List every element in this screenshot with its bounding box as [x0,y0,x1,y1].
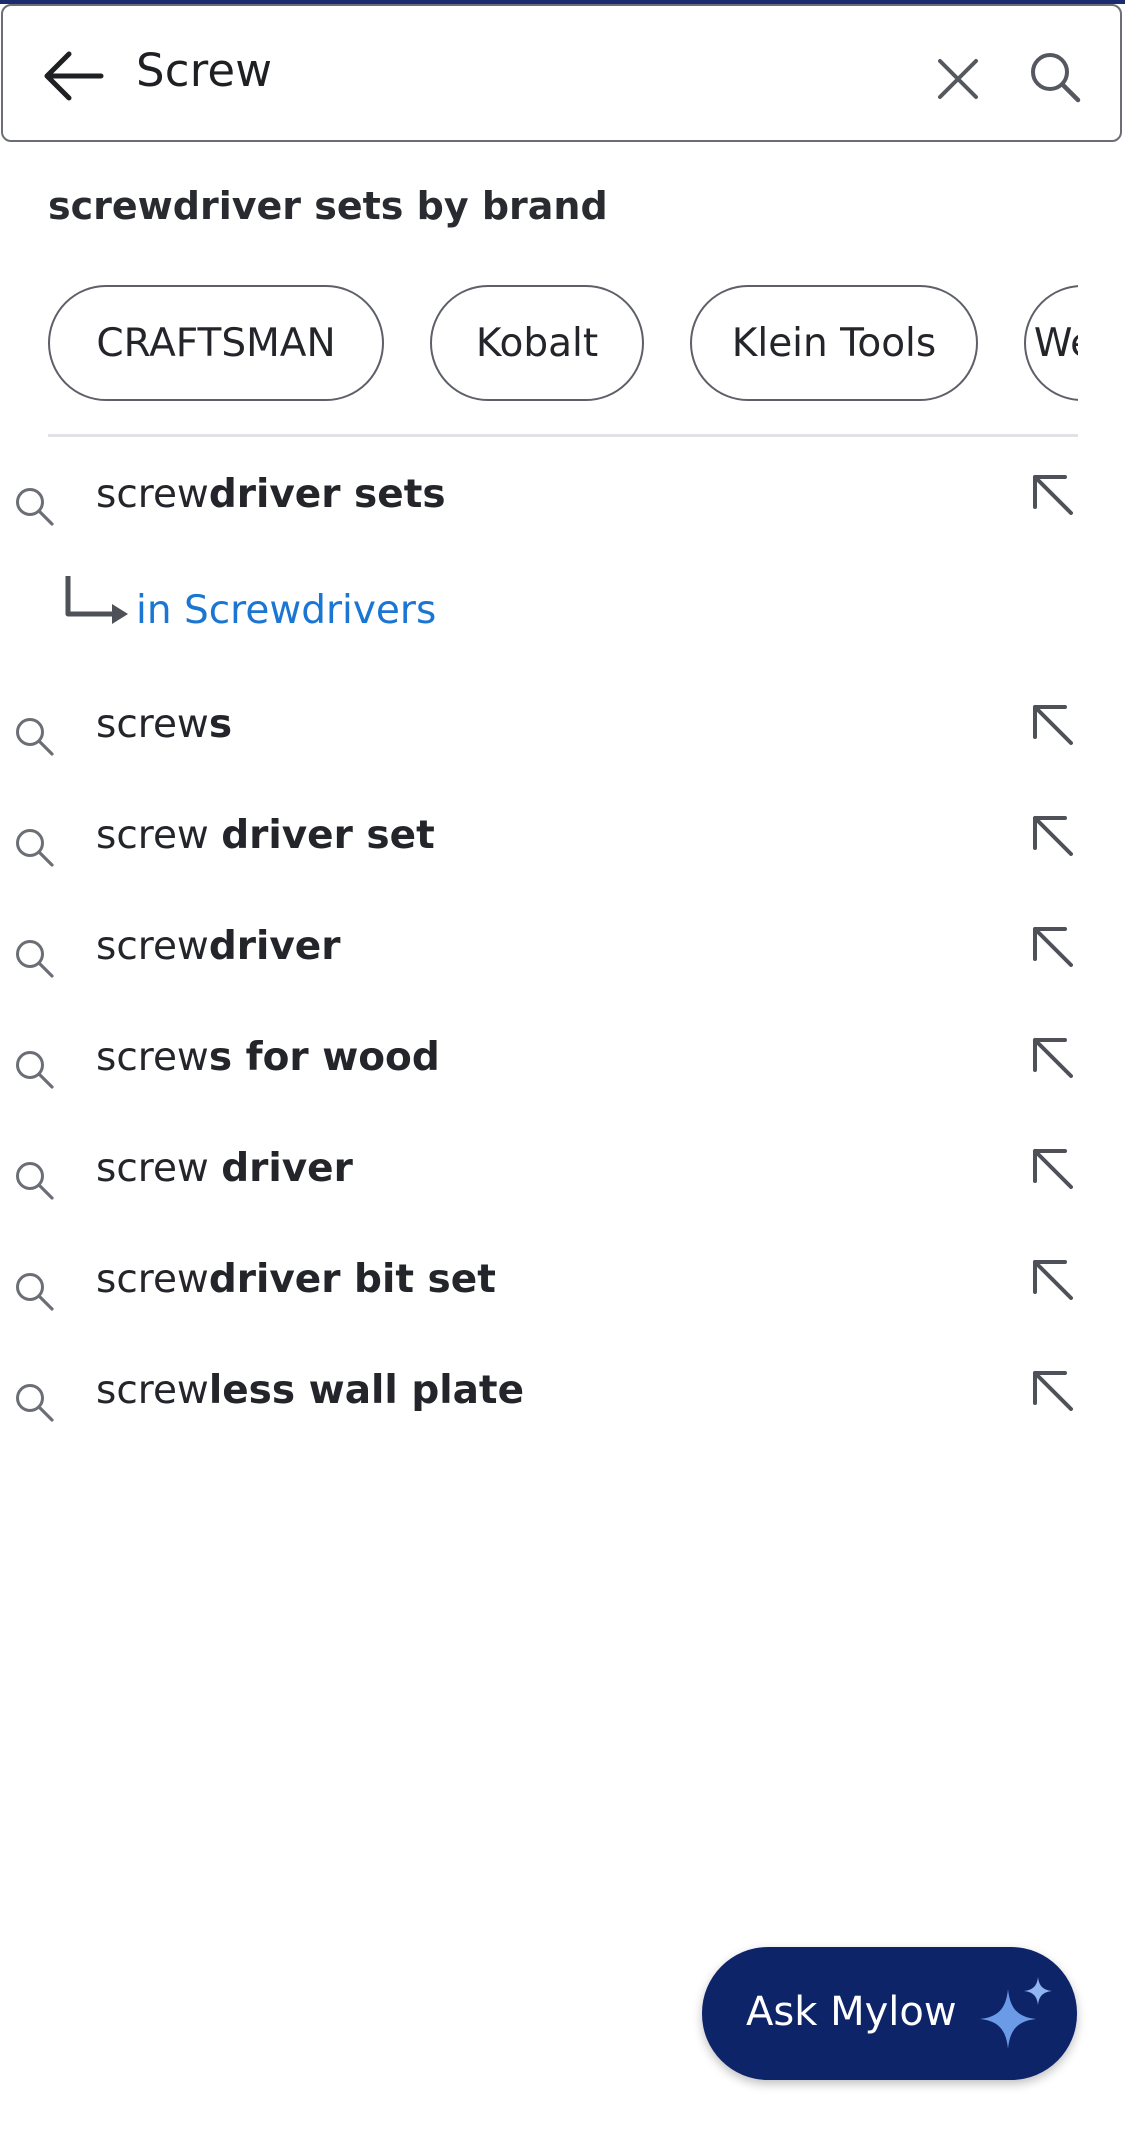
fill-query-button[interactable] [1020,1136,1084,1200]
clear-search-button[interactable] [923,44,993,114]
search-icon [16,488,54,526]
fill-query-button[interactable] [1020,1247,1084,1311]
search-icon [16,718,54,756]
arrow-up-left-icon [1033,927,1073,967]
suggestion-row[interactable]: screwdriver sets [0,452,1125,552]
fill-query-button[interactable] [1020,1358,1084,1422]
search-icon [16,1051,54,1089]
fill-query-button[interactable] [1020,914,1084,978]
search-icon [16,829,54,867]
search-submit-button[interactable] [1015,42,1095,112]
fill-query-button[interactable] [1020,692,1084,756]
suggestion-row[interactable]: screws for wood [0,1015,1125,1115]
search-icon [16,1273,54,1311]
suggestion-row[interactable]: screw driver set [0,793,1125,893]
suggestion-text: screwdriver sets [96,472,446,517]
suggestion-text: screws [96,702,233,747]
suggestion-text: screwdriver bit set [96,1257,496,1302]
fill-query-button[interactable] [1020,462,1084,526]
ask-mylow-label: Ask Mylow [746,1989,957,2035]
close-icon [938,59,978,99]
search-input[interactable]: Screw [136,44,272,97]
suggestion-text: screws for wood [96,1035,440,1080]
fill-query-button[interactable] [1020,1025,1084,1089]
fill-query-button[interactable] [1020,803,1084,867]
brand-chip-craftsman[interactable]: CRAFTSMAN [48,285,384,401]
arrow-up-left-icon [1033,1260,1073,1300]
back-arrow-icon [44,51,104,101]
sparkle-icon [980,1977,1052,2049]
back-button[interactable] [33,36,113,116]
search-icon [16,940,54,978]
divider [48,434,1078,437]
suggestion-text: screw driver set [96,813,435,858]
brand-chips: CRAFTSMAN Kobalt Klein Tools Wera [48,285,1078,405]
brand-chip-kobalt[interactable]: Kobalt [430,285,644,401]
suggestion-text: screw driver [96,1146,353,1191]
suggestion-row[interactable]: screwdriver [0,904,1125,1004]
search-icon [1031,53,1081,103]
search-bar: Screw [1,4,1122,142]
suggestion-row[interactable]: screwless wall plate [0,1348,1125,1448]
category-scope-text: in Screwdrivers [136,588,437,633]
brand-chip-partial[interactable]: Wera [1024,285,1078,401]
ask-mylow-button[interactable]: Ask Mylow [702,1947,1077,2080]
brand-section-title: screwdriver sets by brand [48,184,608,228]
search-icon [16,1384,54,1422]
arrow-up-left-icon [1033,475,1073,515]
arrow-up-left-icon [1033,1371,1073,1411]
suggestion-row[interactable]: screw driver [0,1126,1125,1226]
arrow-up-left-icon [1033,1149,1073,1189]
arrow-up-left-icon [1033,705,1073,745]
arrow-up-left-icon [1033,1038,1073,1078]
suggestion-text: screwdriver [96,924,341,969]
search-icon [16,1162,54,1200]
brand-chip-klein-tools[interactable]: Klein Tools [690,285,978,401]
category-scope-link[interactable]: in Screwdrivers [60,572,660,652]
suggestion-row[interactable]: screws [0,682,1125,782]
arrow-up-left-icon [1033,816,1073,856]
suggestion-text: screwless wall plate [96,1368,525,1413]
suggestion-row[interactable]: screwdriver bit set [0,1237,1125,1337]
subdirectory-arrow-icon [65,576,128,624]
